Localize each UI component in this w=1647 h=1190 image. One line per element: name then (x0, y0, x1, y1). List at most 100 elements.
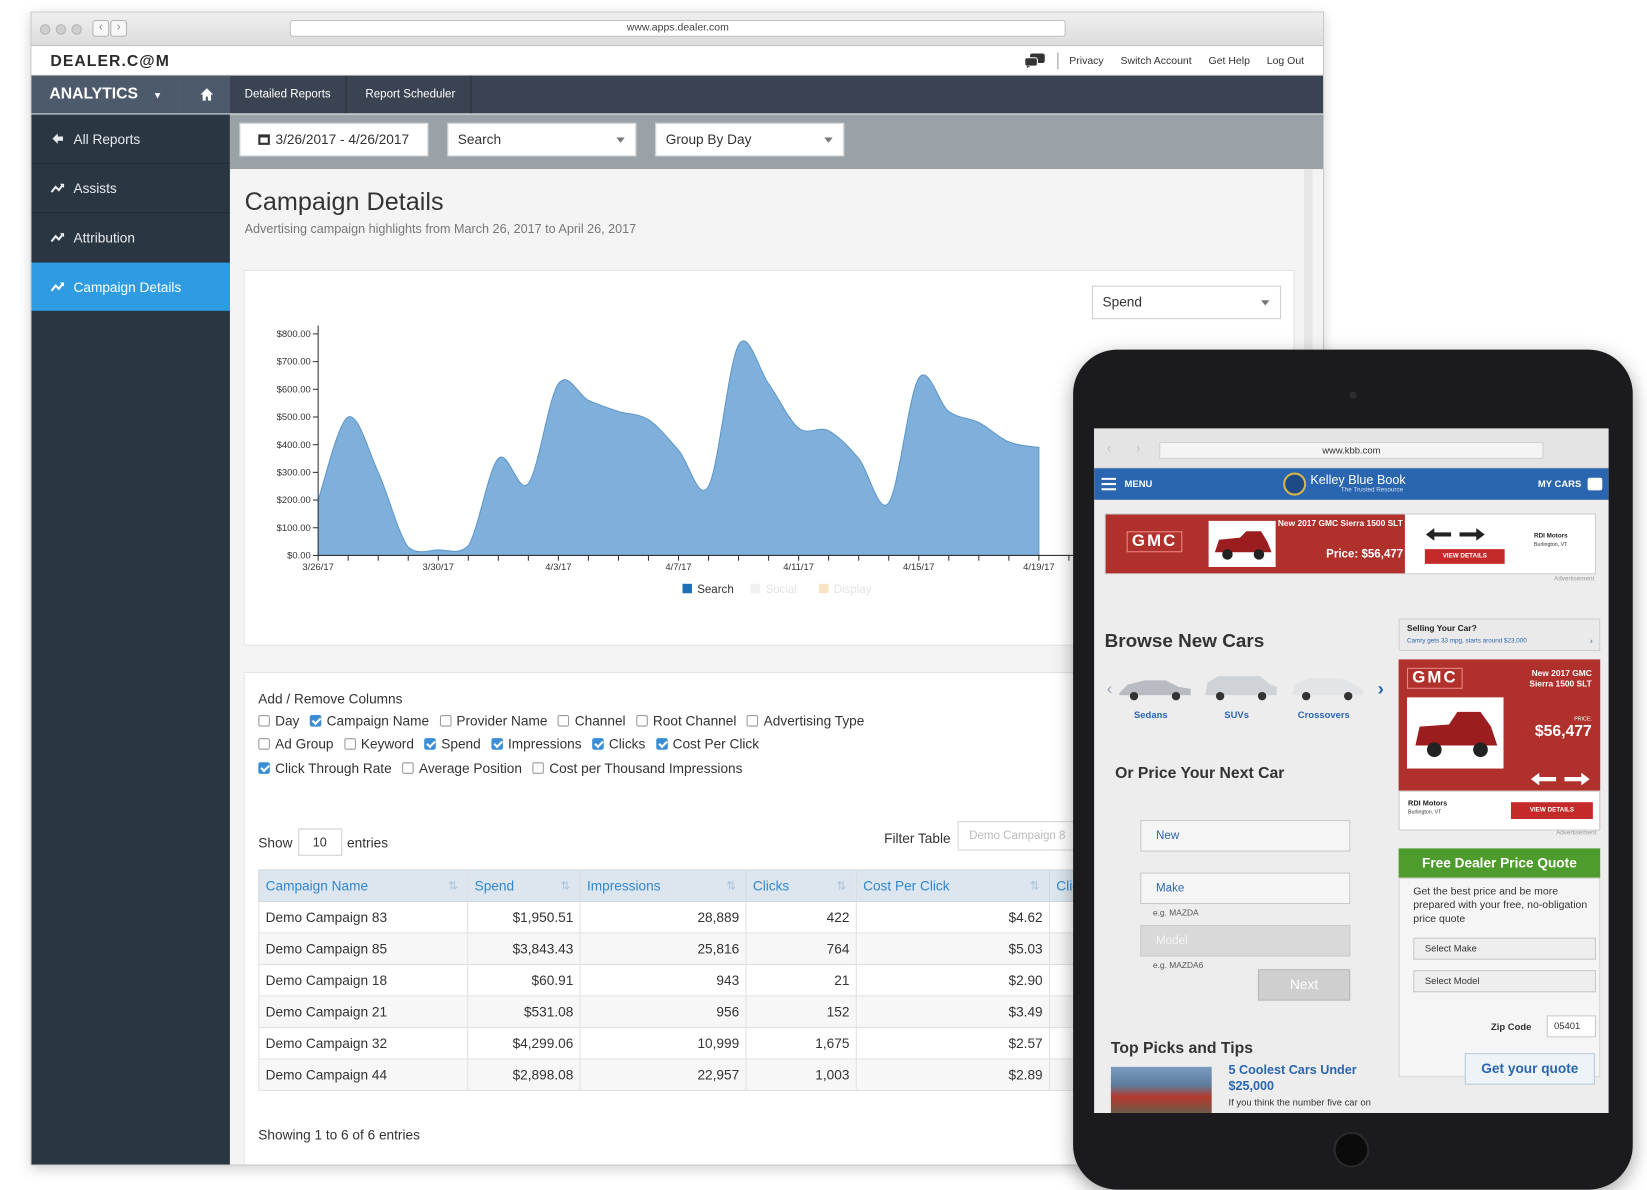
column-toggle-channel[interactable]: Channel (557, 713, 626, 729)
tab-report-scheduler[interactable]: Report Scheduler (351, 75, 472, 114)
log-out-link[interactable]: Log Out (1267, 55, 1304, 67)
view-details-button[interactable]: VIEW DETAILS (1424, 549, 1505, 564)
checkbox[interactable] (402, 762, 414, 774)
tab-detailed-reports[interactable]: Detailed Reports (230, 75, 347, 114)
column-toggle-cost-per-click[interactable]: Cost Per Click (655, 736, 759, 752)
checkbox[interactable] (344, 738, 356, 750)
gmc-logo: GMC (1126, 531, 1183, 553)
top-banner-ad[interactable]: GMC New 2017 GMC Sierra 1500 SLT Price: … (1104, 513, 1596, 575)
entries-input[interactable]: 10 (297, 828, 342, 856)
menu-button[interactable]: MENU (1101, 468, 1152, 500)
select-model-dropdown[interactable]: Select Model (1413, 970, 1596, 993)
column-toggle-click-through-rate[interactable]: Click Through Rate (258, 760, 392, 776)
address-bar[interactable]: www.apps.dealer.com (289, 19, 1066, 37)
column-header[interactable]: Clicks ⇅ (745, 869, 857, 902)
back-arrow-icon[interactable]: ‹ (1107, 441, 1111, 456)
sort-icon[interactable]: ⇅ (448, 879, 458, 893)
table-row[interactable]: Demo Campaign 32 $4,299.06 10,999 1,675 $2.5… (258, 1026, 1113, 1060)
back-arrow-icon[interactable]: ‹ (92, 19, 110, 37)
window-minimize-dot[interactable] (55, 24, 67, 35)
tablet-home-button[interactable] (1333, 1131, 1370, 1168)
group-by-dropdown[interactable]: Group By Day (655, 122, 845, 157)
window-zoom-dot[interactable] (71, 24, 82, 35)
checkbox[interactable] (258, 762, 270, 774)
chat-icon[interactable] (1024, 53, 1047, 69)
sidebar-item-attribution[interactable]: Attribution (31, 213, 230, 263)
checkbox[interactable] (592, 738, 604, 750)
forward-arrow-icon[interactable]: › (110, 19, 128, 37)
column-toggle-cost-per-thousand-impressions[interactable]: Cost per Thousand Impressions (532, 760, 742, 776)
table-row[interactable]: Demo Campaign 85 $3,843.43 25,816 764 $5.03 (258, 932, 1113, 965)
y-tick-label: $800.00 (277, 329, 311, 340)
pick-image[interactable] (1110, 1066, 1212, 1113)
carousel-right-icon[interactable]: › (1378, 678, 1384, 700)
checkbox[interactable] (491, 738, 503, 750)
pick-title-link[interactable]: 5 Coolest Cars Under $25,000 (1229, 1063, 1397, 1095)
next-button[interactable]: Next (1257, 969, 1351, 1001)
column-toggle-provider-name[interactable]: Provider Name (439, 713, 547, 729)
select-make-dropdown[interactable]: Select Make (1413, 937, 1596, 960)
sort-icon[interactable]: ⇅ (560, 879, 570, 893)
table-row[interactable]: Demo Campaign 18 $60.91 943 21 $2.90 (258, 963, 1113, 997)
table-row[interactable]: Demo Campaign 44 $2,898.08 22,957 1,003 $2.8… (258, 1058, 1113, 1091)
make-field[interactable]: Make (1140, 872, 1351, 905)
sidebar-item-assists[interactable]: Assists (31, 164, 230, 214)
column-header[interactable]: Impressions ⇅ (579, 869, 747, 902)
car-type-suvs[interactable]: SUVs (1224, 710, 1249, 721)
column-toggle-average-position[interactable]: Average Position (402, 760, 522, 776)
sidebar-item-all-reports[interactable]: All Reports (31, 114, 230, 164)
column-toggle-spend[interactable]: Spend (424, 736, 481, 752)
column-toggle-clicks[interactable]: Clicks (592, 736, 645, 752)
legend-swatch (818, 583, 829, 594)
checkbox[interactable] (636, 715, 648, 727)
selling-your-car-box[interactable]: Selling Your Car? Camry gets 33 mpg, sta… (1398, 618, 1601, 651)
checkbox[interactable] (258, 738, 270, 750)
checkbox[interactable] (655, 738, 668, 750)
checkbox[interactable] (746, 715, 759, 727)
checkbox[interactable] (424, 738, 436, 750)
sidebar-item-campaign-details[interactable]: Campaign Details (31, 262, 230, 312)
checkbox[interactable] (532, 762, 544, 774)
table-row[interactable]: Demo Campaign 83 $1,950.51 28,889 422 $4.62 (258, 900, 1113, 934)
my-cars-button[interactable]: MY CARS (1538, 468, 1603, 500)
model-field[interactable]: Model (1140, 925, 1351, 957)
window-close-dot[interactable] (39, 24, 51, 35)
column-toggle-impressions[interactable]: Impressions (491, 736, 582, 752)
checkbox[interactable] (258, 715, 270, 727)
sort-icon[interactable]: ⇅ (726, 879, 736, 893)
view-details-button[interactable]: VIEW DETAILS (1510, 802, 1593, 819)
sort-icon[interactable]: ⇅ (1030, 879, 1040, 893)
checkbox[interactable] (439, 715, 452, 727)
kbb-logo[interactable]: Kelley Blue Book The Trusted Resource (1283, 471, 1430, 496)
zip-code-input[interactable]: 05401 (1546, 1015, 1596, 1038)
privacy-link[interactable]: Privacy (1069, 55, 1103, 67)
column-toggle-root-channel[interactable]: Root Channel (636, 713, 736, 729)
dealer-logo[interactable]: DEALER.C@M (50, 52, 169, 70)
carousel-left-icon[interactable]: ‹ (1107, 680, 1113, 699)
table-cell: 28,889 (579, 900, 747, 934)
sort-icon[interactable]: ⇅ (837, 879, 847, 893)
checkbox[interactable] (557, 715, 570, 727)
tablet-address-bar[interactable]: www.kbb.com (1159, 442, 1544, 459)
column-toggle-keyword[interactable]: Keyword (344, 736, 414, 752)
column-header[interactable]: Cost Per Click ⇅ (855, 869, 1050, 902)
switch-account-link[interactable]: Switch Account (1120, 55, 1191, 67)
analytics-menu[interactable]: ANALYTICS ▼ (31, 75, 184, 114)
home-icon[interactable] (183, 75, 230, 114)
get-quote-button[interactable]: Get your quote (1464, 1053, 1595, 1085)
column-toggle-day[interactable]: Day (258, 713, 299, 729)
car-type-sedans[interactable]: Sedans (1134, 710, 1168, 721)
column-header[interactable]: Campaign Name ⇅ (258, 869, 469, 902)
column-header[interactable]: Spend ⇅ (467, 869, 581, 902)
car-type-crossovers[interactable]: Crossovers (1298, 710, 1350, 721)
table-row[interactable]: Demo Campaign 21 $531.08 956 152 $3.49 (258, 995, 1113, 1028)
date-range-picker[interactable]: 3/26/2017 - 4/26/2017 (239, 122, 429, 157)
column-toggle-advertising-type[interactable]: Advertising Type (746, 713, 864, 729)
column-toggle-ad-group[interactable]: Ad Group (258, 736, 334, 752)
forward-arrow-icon[interactable]: › (1136, 441, 1140, 456)
new-field[interactable]: New (1140, 820, 1351, 852)
channel-dropdown[interactable]: Search (447, 122, 637, 157)
get-help-link[interactable]: Get Help (1208, 55, 1249, 67)
column-toggle-campaign-name[interactable]: Campaign Name (309, 713, 429, 729)
checkbox[interactable] (309, 715, 322, 727)
